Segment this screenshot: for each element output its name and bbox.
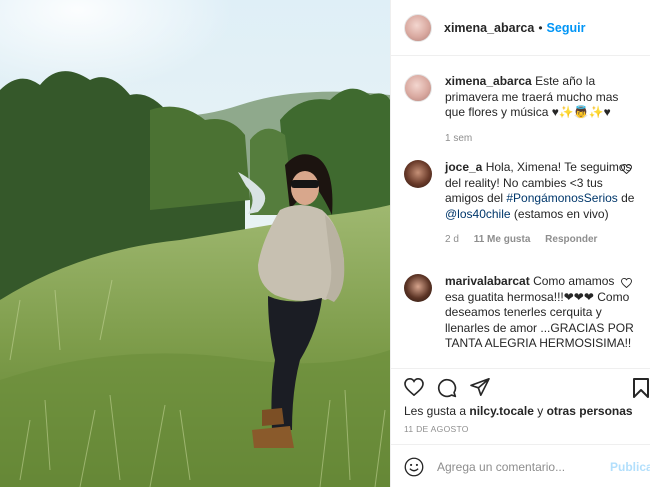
comment-age[interactable]: 2 d: [445, 234, 459, 245]
hashtag-link[interactable]: #PongámonosSerios: [506, 191, 617, 205]
author-username[interactable]: ximena_abarca: [444, 21, 534, 35]
photo-scene: [0, 0, 390, 487]
comments-list[interactable]: ximena_abarca Este año la primavera me t…: [391, 56, 650, 368]
caption-body: ximena_abarca Este año la primavera me t…: [445, 74, 635, 146]
comment-icon[interactable]: [437, 378, 457, 398]
likes-summary: Les gusta a nilcy.tocale y otras persona…: [404, 404, 633, 418]
comment-text-after: (estamos en vivo): [513, 206, 609, 221]
likes-conj: y: [537, 404, 544, 418]
likes-user-link[interactable]: nilcy.tocale: [469, 404, 533, 418]
comment-username[interactable]: joce_a: [445, 160, 482, 174]
post-side-panel: ximena_abarca • Seguir ximena_abarca Est…: [390, 0, 650, 487]
comment-body: marivalabarcat Como amamos esa guatita h…: [445, 274, 635, 352]
reply-button[interactable]: Responder: [545, 234, 597, 245]
like-heart-icon[interactable]: [404, 378, 424, 396]
share-icon[interactable]: [470, 378, 490, 396]
caption-avatar[interactable]: [404, 74, 432, 102]
author-avatar[interactable]: [404, 13, 432, 42]
comment-like-heart-icon[interactable]: [621, 278, 632, 288]
caption-item: ximena_abarca Este año la primavera me t…: [404, 74, 644, 146]
post-date[interactable]: 11 DE AGOSTO: [404, 424, 469, 434]
comment-item: joce_a Hola, Ximena! Te seguimos del rea…: [404, 160, 644, 248]
caption-username[interactable]: ximena_abarca: [445, 74, 532, 88]
comment-like-heart-icon[interactable]: [621, 164, 632, 174]
mention-link[interactable]: @los40chile: [445, 207, 511, 221]
emoji-icon[interactable]: [404, 457, 424, 477]
comment-text-mid: de: [621, 191, 635, 205]
separator-dot: •: [538, 20, 543, 35]
comment-likes[interactable]: 11 Me gusta: [474, 234, 531, 245]
follow-button[interactable]: Seguir: [547, 21, 586, 35]
post-header: ximena_abarca • Seguir: [391, 0, 650, 56]
publish-button[interactable]: Publicar: [610, 460, 650, 474]
likes-others-link[interactable]: otras personas: [547, 404, 633, 418]
commenter-avatar[interactable]: [404, 274, 432, 302]
comment-username[interactable]: marivalabarcat: [445, 274, 530, 288]
bookmark-icon[interactable]: [633, 378, 649, 398]
post-actions-bar: [391, 368, 650, 404]
caption-meta: 1 sem: [445, 131, 635, 147]
comment-item: marivalabarcat Como amamos esa guatita h…: [404, 274, 644, 352]
likes-prefix: Les gusta a: [404, 404, 467, 418]
post-photo[interactable]: [0, 0, 390, 487]
commenter-avatar[interactable]: [404, 160, 432, 188]
add-comment-bar: Agrega un comentario... Publicar: [391, 444, 650, 487]
comment-input[interactable]: Agrega un comentario...: [437, 460, 565, 474]
caption-age[interactable]: 1 sem: [445, 133, 472, 144]
comment-body: joce_a Hola, Ximena! Te seguimos del rea…: [445, 160, 635, 248]
comment-meta: 2 d 11 Me gusta Responder: [445, 232, 635, 248]
